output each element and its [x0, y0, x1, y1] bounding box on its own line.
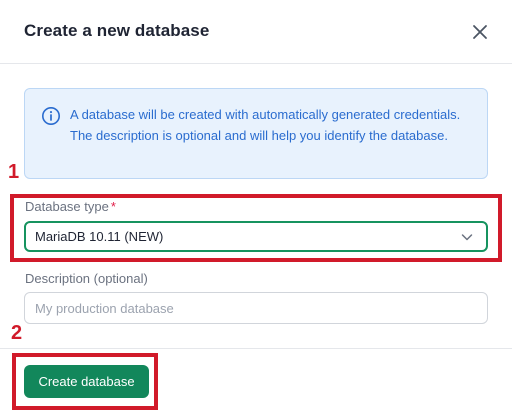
description-label: Description (optional) — [25, 271, 148, 286]
step-1-highlight — [10, 194, 502, 262]
info-text: A database will be created with automati… — [70, 107, 461, 143]
description-input[interactable] — [24, 292, 488, 324]
dialog-title: Create a new database — [24, 21, 210, 40]
info-alert: A database will be created with automati… — [24, 88, 488, 179]
step-1-marker: 1 — [8, 161, 20, 183]
info-icon — [42, 107, 60, 125]
footer-divider — [0, 348, 512, 349]
close-button[interactable] — [468, 20, 492, 44]
step-2-highlight — [12, 353, 158, 410]
dialog-header: Create a new database — [0, 0, 512, 64]
step-2-marker: 2 — [11, 322, 23, 344]
create-database-dialog: Create a new database A database will be… — [0, 0, 512, 415]
close-icon — [473, 25, 487, 39]
